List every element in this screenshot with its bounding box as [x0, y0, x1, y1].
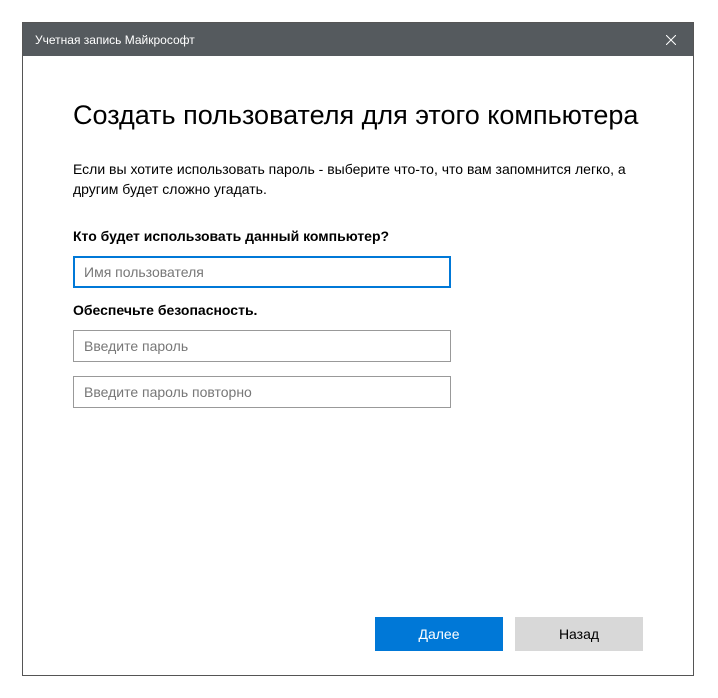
username-input[interactable] [73, 256, 451, 288]
password-input[interactable] [73, 330, 451, 362]
close-button[interactable] [648, 23, 693, 56]
spacer [73, 422, 643, 617]
titlebar: Учетная запись Майкрософт [23, 23, 693, 56]
dialog-window: Учетная запись Майкрософт Создать пользо… [22, 22, 694, 676]
back-button[interactable]: Назад [515, 617, 643, 651]
close-icon [666, 35, 676, 45]
username-section-label: Кто будет использовать данный компьютер? [73, 228, 643, 244]
next-button[interactable]: Далее [375, 617, 503, 651]
security-section-label: Обеспечьте безопасность. [73, 302, 643, 318]
page-heading: Создать пользователя для этого компьютер… [73, 100, 643, 131]
button-row: Далее Назад [73, 617, 643, 651]
password-confirm-input[interactable] [73, 376, 451, 408]
page-description: Если вы хотите использовать пароль - выб… [73, 159, 643, 200]
content-area: Создать пользователя для этого компьютер… [23, 56, 693, 675]
window-title: Учетная запись Майкрософт [35, 33, 195, 47]
